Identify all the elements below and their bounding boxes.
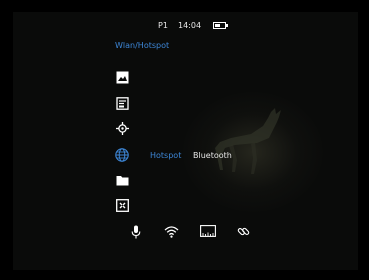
option-hotspot[interactable]: Hotspot xyxy=(150,151,181,160)
battery-fill xyxy=(215,24,220,27)
ruler-icon[interactable] xyxy=(200,225,216,237)
folder-icon[interactable] xyxy=(116,174,129,187)
battery-icon xyxy=(213,22,228,29)
crosshair-icon[interactable] xyxy=(116,122,129,135)
deer-silhouette xyxy=(215,108,281,174)
option-bluetooth[interactable]: Bluetooth xyxy=(193,151,232,160)
viewfinder-screen xyxy=(13,12,358,270)
time-label: 14:04 xyxy=(178,21,202,30)
device-frame: P1 14:04 Wlan/Hotspot Hotspot Bluetooth xyxy=(0,0,369,280)
wifi-icon[interactable] xyxy=(164,225,179,238)
globe-icon[interactable] xyxy=(115,148,129,162)
link-icon[interactable] xyxy=(237,225,250,238)
settings-list-icon[interactable] xyxy=(116,97,129,110)
menu-title: Wlan/Hotspot xyxy=(115,41,170,50)
microphone-icon[interactable] xyxy=(131,225,141,239)
battery-tip xyxy=(226,24,228,27)
status-bar: P1 14:04 xyxy=(0,19,369,33)
calibrate-icon[interactable] xyxy=(116,199,129,212)
profile-label: P1 xyxy=(158,21,168,30)
image-icon[interactable] xyxy=(116,71,129,84)
